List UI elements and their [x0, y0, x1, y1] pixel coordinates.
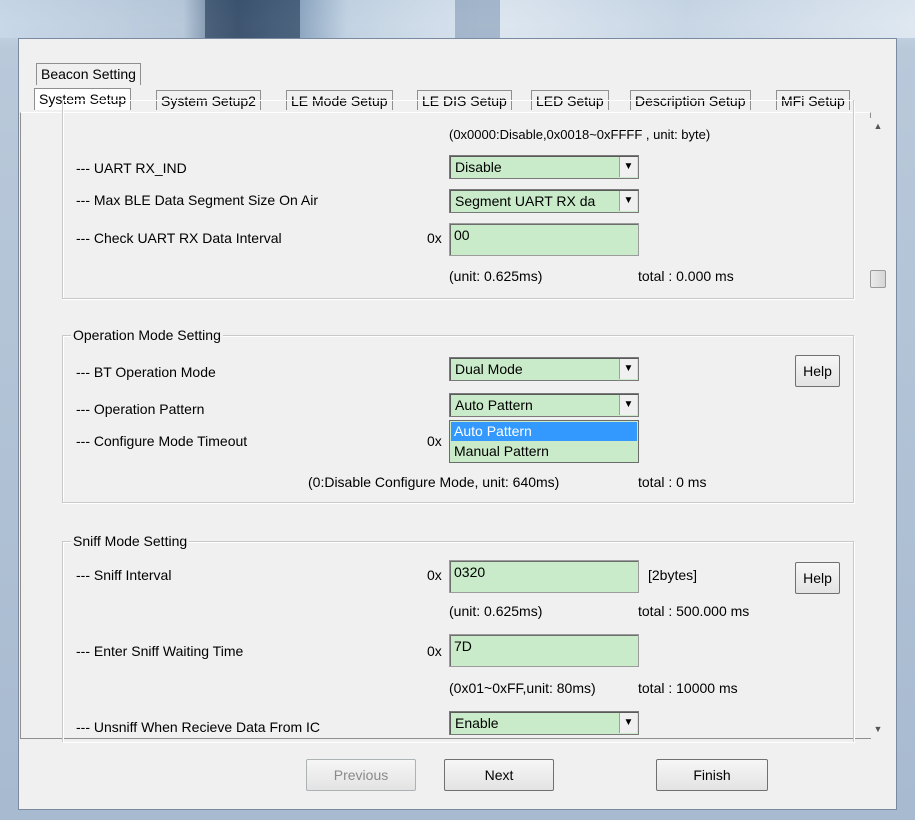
uart-rx-ind-combo[interactable]: Disable ▼ — [449, 155, 639, 179]
bt-mode-label: --- BT Operation Mode — [76, 364, 216, 380]
chevron-down-icon[interactable]: ▼ — [619, 359, 637, 379]
operation-mode-legend: Operation Mode Setting — [71, 327, 223, 343]
uart-note: (0x0000:Disable,0x0018~0xFFFF , unit: by… — [449, 127, 711, 142]
rx-interval-input[interactable]: 00 — [449, 223, 639, 256]
segment-size-value: Segment UART RX da — [455, 193, 596, 209]
title-bar — [0, 0, 915, 38]
config-timeout-note: (0:Disable Configure Mode, unit: 640ms) — [308, 474, 560, 490]
finish-button[interactable]: Finish — [656, 759, 768, 791]
unsniff-combo[interactable]: Enable ▼ — [449, 711, 639, 735]
sniff-interval-input[interactable]: 0320 — [449, 560, 639, 593]
bt-mode-value: Dual Mode — [455, 361, 523, 377]
config-timeout-total: total : 0 ms — [638, 474, 707, 490]
sniff-wait-note: (0x01~0xFF,unit: 80ms) — [449, 680, 596, 696]
chevron-down-icon[interactable]: ▼ — [619, 395, 637, 415]
sniff-interval-prefix: 0x — [427, 567, 442, 583]
sniff-help-button[interactable]: Help — [795, 562, 840, 594]
sniff-interval-label: --- Sniff Interval — [76, 567, 172, 583]
rx-interval-total: total : 0.000 ms — [638, 268, 734, 284]
sniff-wait-prefix: 0x — [427, 643, 442, 659]
background-glass — [205, 0, 300, 38]
scroll-down-icon[interactable]: ▼ — [868, 721, 888, 738]
sniff-mode-legend: Sniff Mode Setting — [71, 533, 190, 549]
uart-rx-ind-value: Disable — [455, 159, 502, 175]
rx-interval-prefix: 0x — [427, 230, 442, 246]
sniff-interval-unit: (unit: 0.625ms) — [449, 603, 543, 619]
operation-pattern-value: Auto Pattern — [455, 397, 533, 413]
operation-help-button[interactable]: Help — [795, 355, 840, 387]
uart-rx-ind-label: --- UART RX_IND — [76, 160, 187, 176]
next-button[interactable]: Next — [444, 759, 554, 791]
sniff-wait-total: total : 10000 ms — [638, 680, 738, 696]
unsniff-label: --- Unsniff When Recieve Data From IC — [76, 719, 321, 735]
operation-pattern-dropdown[interactable]: Auto Pattern Manual Pattern — [449, 420, 639, 463]
sniff-interval-bytes: [2bytes] — [648, 567, 698, 583]
option-manual-pattern[interactable]: Manual Pattern — [451, 442, 637, 461]
operation-pattern-label: --- Operation Pattern — [76, 401, 205, 417]
sniff-wait-input[interactable]: 7D — [449, 634, 639, 667]
unsniff-value: Enable — [455, 715, 499, 731]
scroll-up-icon[interactable]: ▲ — [868, 118, 888, 135]
chevron-down-icon[interactable]: ▼ — [619, 713, 637, 733]
option-auto-pattern[interactable]: Auto Pattern — [451, 422, 637, 441]
scroll-thumb[interactable] — [870, 270, 886, 288]
previous-button[interactable]: Previous — [306, 759, 416, 791]
segment-size-label: --- Max BLE Data Segment Size On Air — [76, 192, 318, 208]
config-timeout-prefix: 0x — [427, 433, 442, 449]
chevron-down-icon[interactable]: ▼ — [619, 191, 637, 211]
sniff-wait-label: --- Enter Sniff Waiting Time — [76, 643, 244, 659]
segment-size-combo[interactable]: Segment UART RX da ▼ — [449, 189, 639, 213]
config-timeout-label: --- Configure Mode Timeout — [76, 433, 248, 449]
sniff-interval-total: total : 500.000 ms — [638, 603, 750, 619]
chevron-down-icon[interactable]: ▼ — [619, 157, 637, 177]
rx-interval-unit: (unit: 0.625ms) — [449, 268, 543, 284]
rx-interval-label: --- Check UART RX Data Interval — [76, 230, 282, 246]
tab-beacon-setting[interactable]: Beacon Setting — [36, 63, 141, 85]
background-glass — [455, 0, 500, 38]
bt-mode-combo[interactable]: Dual Mode ▼ — [449, 357, 639, 381]
vertical-scrollbar[interactable]: ▲ ▼ — [868, 118, 888, 738]
operation-pattern-combo[interactable]: Auto Pattern ▼ — [449, 393, 639, 417]
